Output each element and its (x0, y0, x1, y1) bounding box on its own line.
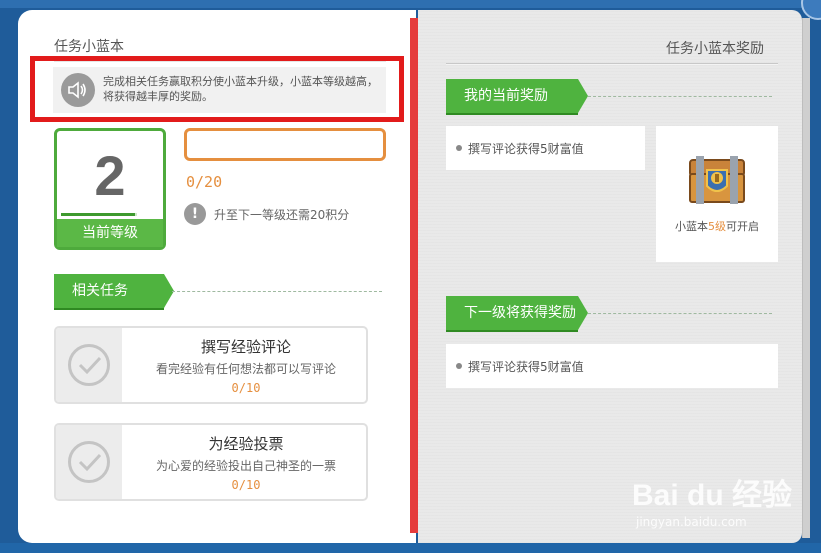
checkmark-icon (68, 344, 110, 386)
baidu-watermark: Bai du 经验 (632, 479, 793, 512)
notice-highlight: 完成相关任务赢取积分使小蓝本升级，小蓝本等级越高，将获得越丰厚的奖励。 (30, 56, 404, 122)
treasure-chest-icon (688, 156, 746, 206)
progress-text: 0/20 (186, 173, 223, 191)
chest-label: 小蓝本5级可开启 (675, 220, 759, 233)
task-description: 看完经验有任何想法都可以写评论 (155, 362, 336, 376)
page-edge (802, 18, 810, 538)
notice-box: 完成相关任务赢取积分使小蓝本升级，小蓝本等级越高，将获得越丰厚的奖励。 (53, 67, 386, 113)
speaker-icon (61, 73, 95, 107)
divider (446, 63, 778, 65)
current-reward-ribbon: 我的当前奖励 (446, 79, 588, 113)
level-label: 当前等级 (57, 219, 163, 247)
next-reward-text: 撰写评论获得5财富值 (468, 360, 584, 374)
dashed-divider (588, 313, 772, 314)
tasks-ribbon: 相关任务 (54, 274, 174, 308)
current-reward-text: 撰写评论获得5财富值 (468, 142, 584, 156)
task-progress: 0/10 (231, 381, 261, 395)
checkmark-icon (68, 441, 110, 483)
next-reward-box: 撰写评论获得5财富值 (446, 344, 778, 388)
window-frame-bottom (0, 543, 821, 553)
treasure-chest-card[interactable]: 小蓝本5级可开启 (656, 126, 778, 262)
level-card: 2 当前等级 (54, 128, 166, 250)
current-reward-box: 撰写评论获得5财富值 (446, 126, 645, 170)
watermark-url: jingyan.baidu.com (636, 515, 747, 529)
right-page-title: 任务小蓝本奖励 (666, 41, 764, 57)
task-title[interactable]: 撰写经验评论 (126, 336, 366, 357)
left-page-title: 任务小蓝本 (54, 39, 124, 55)
task-card[interactable]: 撰写经验评论 看完经验有任何想法都可以写评论 0/10 (54, 326, 368, 404)
bullet (456, 145, 462, 151)
bullet (456, 363, 462, 369)
task-title[interactable]: 为经验投票 (126, 433, 366, 454)
task-progress: 0/10 (231, 478, 261, 492)
dashed-divider (172, 291, 382, 292)
window-frame-top (0, 0, 821, 8)
task-status (56, 425, 122, 499)
task-status (56, 328, 122, 402)
progress-bar (184, 128, 386, 161)
level-bar (61, 213, 137, 216)
close-button[interactable] (801, 0, 821, 20)
progress-hint: 升至下一等级还需20积分 (214, 208, 350, 222)
dashed-divider (588, 96, 772, 97)
task-description: 为心爱的经验投出自己神圣的一票 (155, 459, 336, 473)
notice-text: 完成相关任务赢取积分使小蓝本升级，小蓝本等级越高，将获得越丰厚的奖励。 (103, 75, 378, 103)
task-card[interactable]: 为经验投票 为心爱的经验投出自己神圣的一票 0/10 (54, 423, 368, 501)
exclamation-icon: ! (184, 203, 206, 225)
level-number: 2 (94, 144, 126, 207)
next-reward-ribbon: 下一级将获得奖励 (446, 296, 588, 330)
